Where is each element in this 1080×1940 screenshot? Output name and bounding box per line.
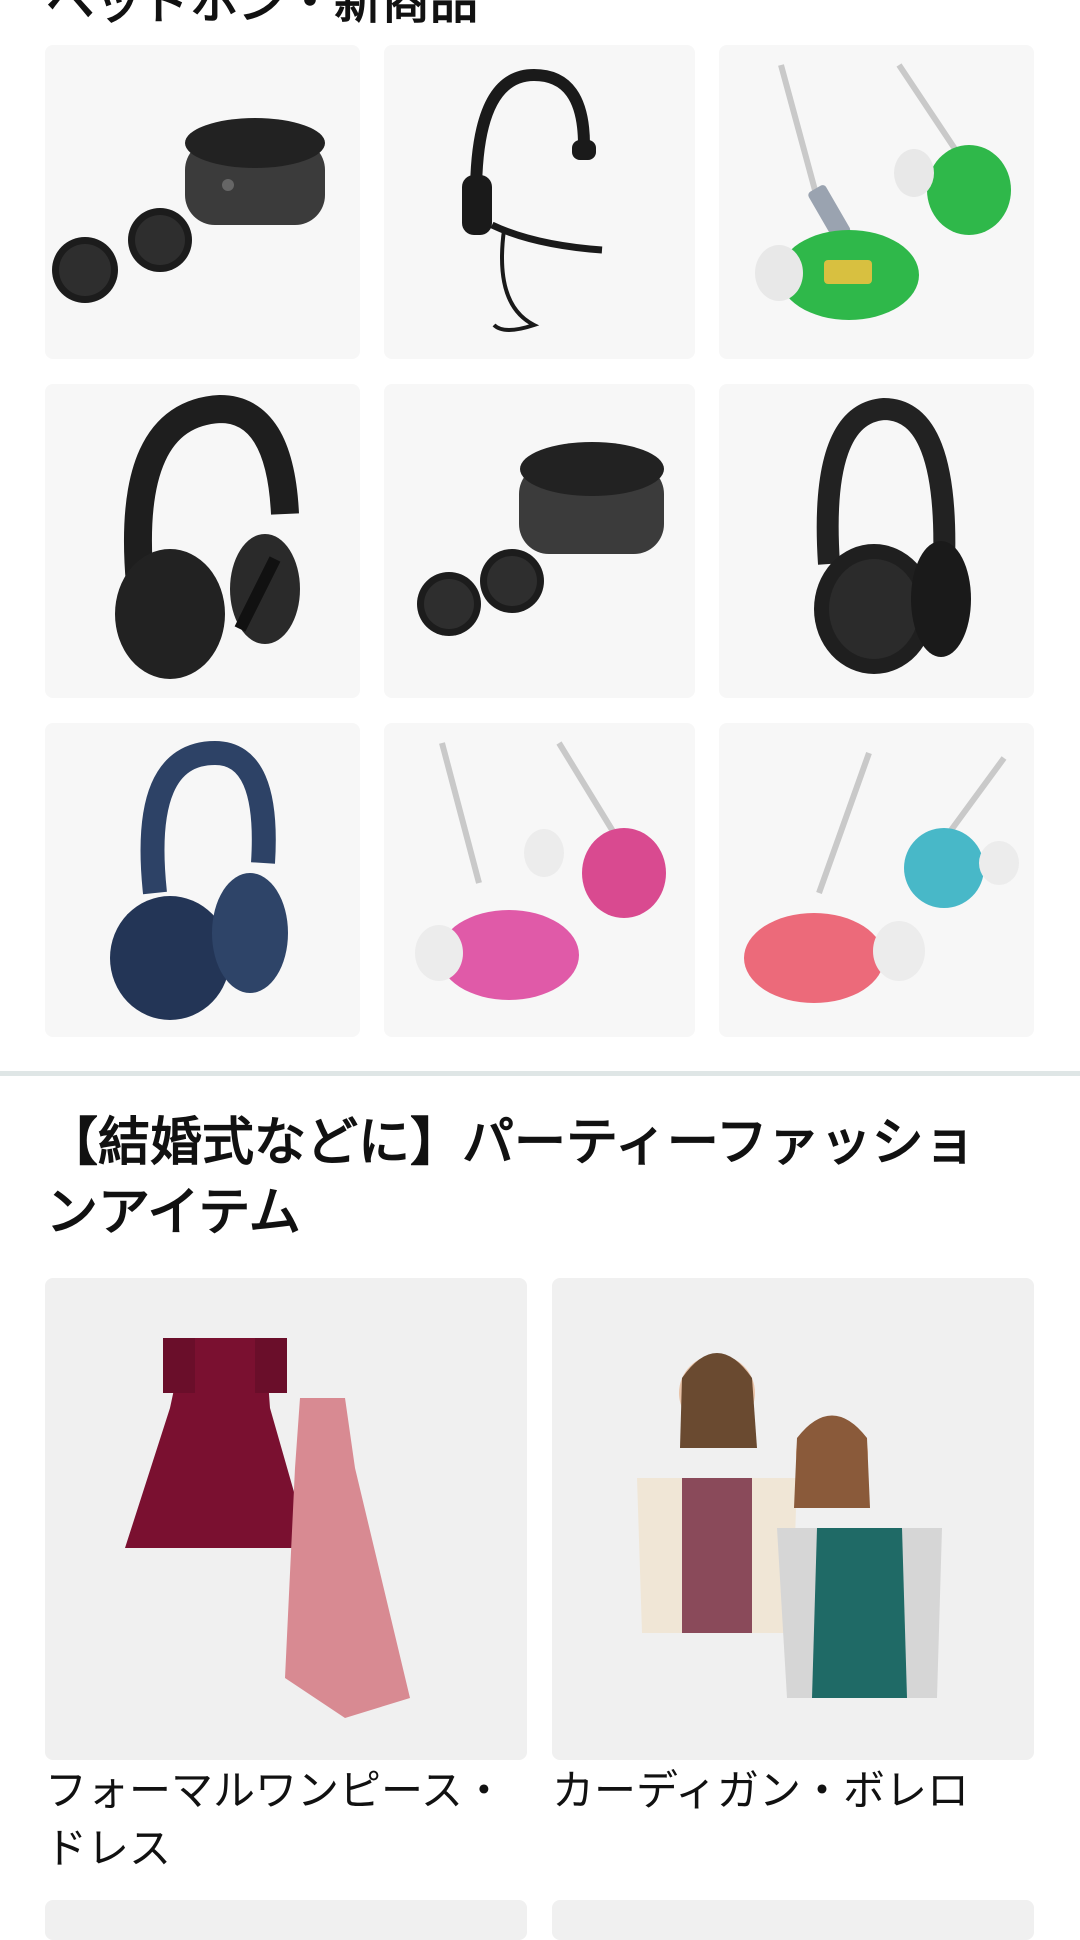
section-title-headphones: ヘッドホン・新商品: [46, 0, 479, 30]
product-tile[interactable]: [719, 45, 1034, 359]
product-tile[interactable]: [719, 384, 1034, 698]
product-tile[interactable]: [719, 723, 1034, 1037]
category-card-cardigans[interactable]: カーディガン・ボレロ: [552, 1278, 1034, 1878]
product-tile[interactable]: [45, 384, 360, 698]
product-tile[interactable]: [384, 723, 695, 1037]
models-cardigan-icon: [637, 1353, 942, 1698]
earbuds-case-icon: [417, 442, 664, 636]
category-image: [45, 1278, 527, 1760]
headphones-black-icon: [814, 397, 971, 674]
product-tile[interactable]: [45, 723, 360, 1037]
earbuds-case-icon: [52, 118, 325, 303]
headset-icon: [462, 68, 603, 332]
in-ear-monitor-pink-icon: [415, 741, 666, 1000]
category-card-peek[interactable]: [45, 1900, 527, 1940]
dresses-icon: [125, 1338, 410, 1718]
product-tile[interactable]: [45, 45, 360, 359]
section-title-party-fashion: 【結婚式などに】パーティーファッションアイテム: [46, 1113, 976, 1243]
category-label: フォーマルワンピース・ドレス: [45, 1766, 505, 1873]
headphones-navy-icon: [110, 740, 288, 1020]
category-grid-party-fashion: フォーマルワンピース・ドレス カーディガン・ボレロ: [45, 1278, 1035, 1878]
in-ear-monitor-pink-blue-icon: [744, 751, 1019, 1003]
product-tile[interactable]: [384, 384, 695, 698]
in-ear-monitor-green-icon: [755, 63, 1011, 320]
category-label: カーディガン・ボレロ: [552, 1766, 970, 1815]
product-grid-headphones: [45, 45, 1035, 1037]
category-card-peek[interactable]: [552, 1900, 1034, 1940]
headphones-black-icon: [115, 394, 300, 679]
category-grid-next-row: [45, 1900, 1035, 1940]
product-tile[interactable]: [384, 45, 695, 359]
category-image: [552, 1278, 1034, 1760]
section-divider: [0, 1071, 1080, 1076]
category-card-dresses[interactable]: フォーマルワンピース・ドレス: [45, 1278, 527, 1878]
